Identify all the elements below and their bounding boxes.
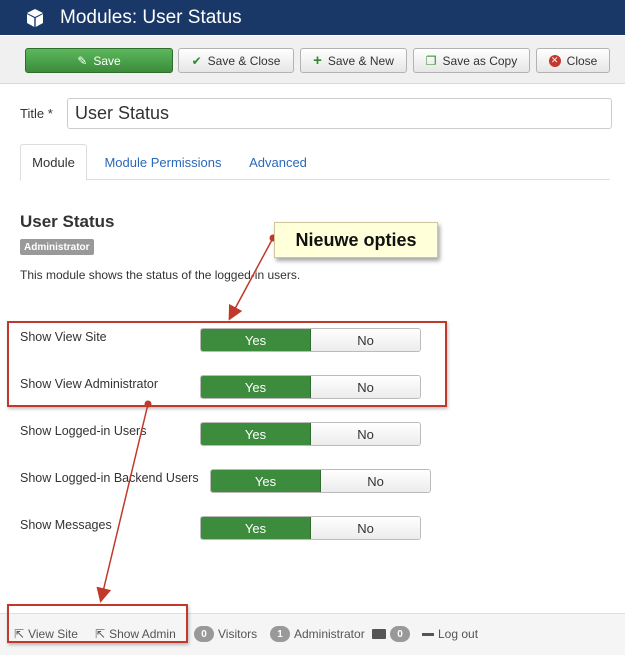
- arrow-to-statusbar: [96, 403, 149, 603]
- arrow-origin-dot: [144, 400, 152, 408]
- arrow-to-options: [228, 237, 274, 321]
- annotation-callout: Nieuwe opties: [274, 222, 438, 258]
- annotation-arrows: [96, 234, 277, 603]
